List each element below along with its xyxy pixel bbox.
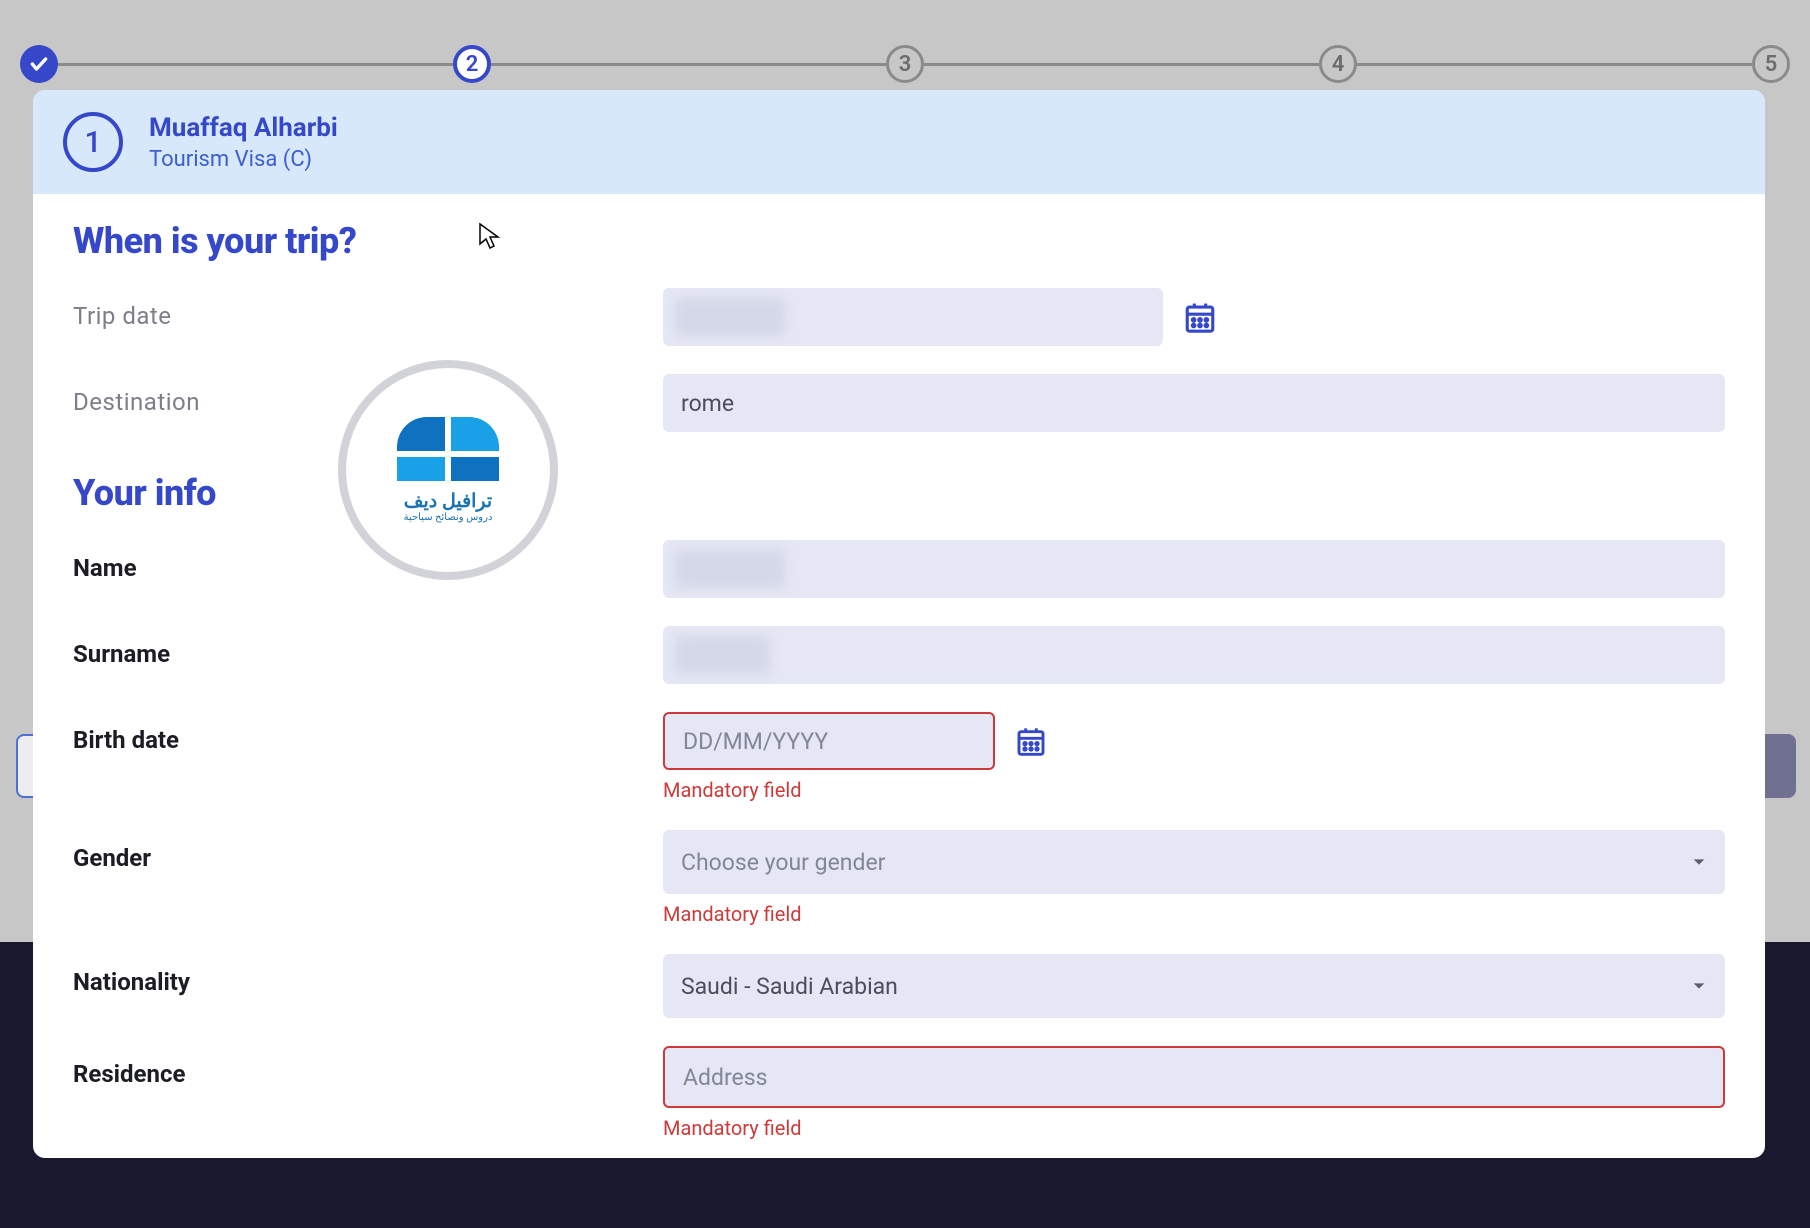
error-residence: Mandatory field xyxy=(663,1116,1725,1140)
applicant-index: 1 xyxy=(84,125,101,160)
row-name: Name xyxy=(73,540,1725,598)
section-title-trip: When is your trip? xyxy=(73,220,1725,262)
destination-input[interactable] xyxy=(663,374,1725,432)
step-1-circle[interactable] xyxy=(20,45,58,83)
label-gender: Gender xyxy=(73,830,663,872)
birth-date-input[interactable] xyxy=(663,712,995,770)
section-title-info: Your info xyxy=(73,472,1725,514)
error-birth-date: Mandatory field xyxy=(663,778,1725,802)
row-gender: Gender Choose your gender Mandatory fiel… xyxy=(73,830,1725,926)
gender-select-placeholder: Choose your gender xyxy=(681,849,885,876)
form-modal: 1 Muaffaq Alharbi Tourism Visa (C) When … xyxy=(33,90,1765,1158)
row-birth-date: Birth date Mandatory field xyxy=(73,712,1725,802)
label-trip-date: Trip date xyxy=(73,288,663,330)
check-icon xyxy=(29,54,49,74)
label-birth-date: Birth date xyxy=(73,712,663,754)
redacted-value xyxy=(675,550,785,588)
residence-input[interactable] xyxy=(663,1046,1725,1108)
step-4-label: 4 xyxy=(1332,52,1345,77)
redacted-value xyxy=(675,298,785,336)
step-line xyxy=(491,63,886,66)
step-5-circle[interactable]: 5 xyxy=(1752,45,1790,83)
applicant-name: Muaffaq Alharbi xyxy=(149,113,338,143)
step-2-label: 2 xyxy=(466,52,479,77)
step-line xyxy=(58,63,453,66)
redacted-value xyxy=(675,636,770,674)
nationality-select[interactable]: Saudi - Saudi Arabian xyxy=(663,954,1725,1018)
trip-date-input[interactable] xyxy=(663,288,1163,346)
label-destination: Destination xyxy=(73,374,663,416)
row-trip-date: Trip date xyxy=(73,288,1725,346)
gender-select[interactable]: Choose your gender xyxy=(663,830,1725,894)
step-3-label: 3 xyxy=(899,52,912,77)
surname-input[interactable] xyxy=(663,626,1725,684)
label-nationality: Nationality xyxy=(73,954,663,996)
step-5-label: 5 xyxy=(1765,52,1778,77)
label-surname: Surname xyxy=(73,626,663,668)
applicant-header: 1 Muaffaq Alharbi Tourism Visa (C) xyxy=(33,90,1765,194)
error-gender: Mandatory field xyxy=(663,902,1725,926)
step-2-circle[interactable]: 2 xyxy=(453,45,491,83)
name-input[interactable] xyxy=(663,540,1725,598)
row-nationality: Nationality Saudi - Saudi Arabian xyxy=(73,954,1725,1018)
step-line xyxy=(924,63,1319,66)
progress-stepper: 2 3 4 5 xyxy=(20,45,1790,83)
applicant-info: Muaffaq Alharbi Tourism Visa (C) xyxy=(149,113,338,172)
step-line xyxy=(1357,63,1752,66)
applicant-visa-type: Tourism Visa (C) xyxy=(149,147,338,172)
applicant-index-badge: 1 xyxy=(63,112,123,172)
calendar-icon[interactable] xyxy=(1015,725,1047,757)
label-name: Name xyxy=(73,540,663,582)
step-4-circle[interactable]: 4 xyxy=(1319,45,1357,83)
row-destination: Destination xyxy=(73,374,1725,432)
row-surname: Surname xyxy=(73,626,1725,684)
label-residence: Residence xyxy=(73,1046,663,1088)
form-scroll-area[interactable]: When is your trip? Trip date Destination… xyxy=(33,194,1765,1158)
nationality-value: Saudi - Saudi Arabian xyxy=(681,973,898,1000)
calendar-icon[interactable] xyxy=(1183,300,1217,334)
row-residence: Residence Mandatory field xyxy=(73,1046,1725,1140)
step-3-circle[interactable]: 3 xyxy=(886,45,924,83)
